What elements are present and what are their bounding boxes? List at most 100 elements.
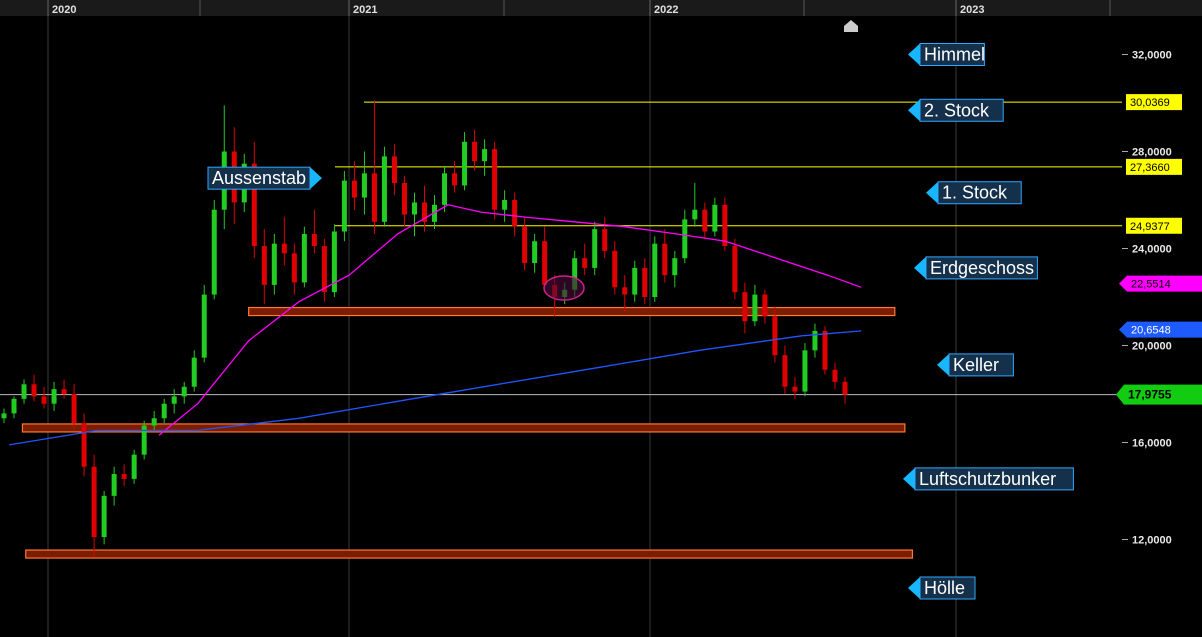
candle-body <box>261 246 267 285</box>
price-tag: 20,6548 <box>1119 321 1202 338</box>
candle-body <box>752 294 758 322</box>
candle-body <box>812 330 818 351</box>
candle-body <box>472 141 478 162</box>
x-tick-label: 2020 <box>52 4 76 16</box>
candle-body <box>81 423 87 467</box>
candle-body <box>512 200 518 227</box>
candle-body <box>281 243 287 254</box>
candle-body <box>712 204 718 232</box>
candle-body <box>71 394 77 424</box>
candle-body <box>542 241 548 285</box>
level-label: Erdgeschoss <box>914 256 1038 280</box>
candle-body <box>482 149 488 162</box>
price-tag: 30,0369 <box>1126 94 1182 111</box>
candle-body <box>191 357 197 387</box>
price-tag: 22,5514 <box>1119 275 1202 292</box>
candle-body <box>101 495 107 538</box>
price-tag-label: 27,3660 <box>1130 162 1170 174</box>
candle-body <box>732 246 738 293</box>
candle-body <box>271 243 277 285</box>
level-label: Hölle <box>908 576 976 600</box>
time-axis-bar <box>0 0 1202 16</box>
level-label-text: Erdgeschoss <box>930 258 1034 278</box>
price-tag-label: 22,5514 <box>1131 279 1171 291</box>
candle-body <box>842 381 848 395</box>
candle-body <box>321 246 327 293</box>
level-label: Keller <box>937 353 1014 377</box>
candle-body <box>181 386 187 397</box>
candle-body <box>802 350 808 392</box>
chart-background <box>0 0 1202 637</box>
level-label: 1. Stock <box>926 181 1022 205</box>
candle-body <box>682 219 688 259</box>
candle-body <box>742 292 748 322</box>
candle-body <box>31 384 37 397</box>
price-tag: 27,3660 <box>1126 158 1182 175</box>
price-tag-label: 17,9755 <box>1128 388 1172 402</box>
x-tick-label: 2023 <box>960 4 984 16</box>
candle-body <box>692 209 698 220</box>
level-label-text: Keller <box>953 355 999 375</box>
y-tick-label: 16,0000 <box>1132 438 1172 450</box>
candle-body <box>211 209 217 295</box>
candle-body <box>21 384 27 399</box>
level-label-text: Hölle <box>924 578 965 598</box>
candle-body <box>61 389 67 394</box>
candle-body <box>462 141 468 186</box>
support-zone <box>248 306 896 317</box>
candle-body <box>151 418 157 426</box>
candle-body <box>502 200 508 210</box>
candle-body <box>121 474 127 479</box>
candle-body <box>492 149 498 210</box>
candle-body <box>602 229 608 251</box>
candle-body <box>782 355 788 387</box>
price-chart[interactable]: 2020 2021 2022 2023 Himmel 2. Stock Aussensta… <box>0 0 1202 637</box>
candle-body <box>622 287 628 295</box>
y-tick-label: 32,0000 <box>1132 50 1172 62</box>
candle-body <box>532 241 538 264</box>
candle-body <box>11 398 17 414</box>
candle-body <box>41 396 47 404</box>
candle-body <box>772 316 778 356</box>
candle-body <box>442 173 448 205</box>
x-tick-label: 2021 <box>353 4 377 16</box>
candle-body <box>582 258 588 268</box>
candle-body <box>592 229 598 268</box>
candle-body <box>171 396 177 404</box>
candle-body <box>642 267 648 297</box>
candle-body <box>762 294 768 317</box>
candle-body <box>632 267 638 295</box>
candle-body <box>822 330 828 370</box>
price-tag-label: 30,0369 <box>1130 97 1170 109</box>
candle-body <box>311 233 317 247</box>
level-label: Aussenstab <box>207 166 322 190</box>
candle-body <box>371 173 377 222</box>
candle-body <box>301 233 307 283</box>
support-zone <box>25 549 914 559</box>
price-tag-label: 24,9377 <box>1130 221 1170 233</box>
y-tick-label: 28,0000 <box>1132 147 1172 159</box>
x-tick-label: 2022 <box>654 4 678 16</box>
candle-body <box>522 226 528 264</box>
candle-body <box>291 253 297 283</box>
candle-body <box>361 173 367 198</box>
level-label-text: 1. Stock <box>942 183 1008 203</box>
y-tick-label: 24,0000 <box>1132 244 1172 256</box>
y-tick-label: 20,0000 <box>1132 341 1172 353</box>
candle-body <box>612 250 618 288</box>
level-label-text: Himmel <box>924 45 985 65</box>
candle-body <box>341 180 347 232</box>
candle-body <box>662 243 668 276</box>
level-label-text: Luftschutzbunker <box>919 469 1056 489</box>
candle-body <box>1 413 7 419</box>
candle-body <box>381 156 387 222</box>
price-tag: 17,9755 <box>1116 384 1202 405</box>
candle-body <box>131 454 137 479</box>
candle-body <box>111 474 117 496</box>
level-label: Luftschutzbunker <box>903 467 1074 491</box>
candle-body <box>652 243 658 297</box>
candle-body <box>351 180 357 198</box>
level-label: 2. Stock <box>908 98 1004 122</box>
level-label: Himmel <box>908 43 985 66</box>
candle-body <box>452 173 458 186</box>
